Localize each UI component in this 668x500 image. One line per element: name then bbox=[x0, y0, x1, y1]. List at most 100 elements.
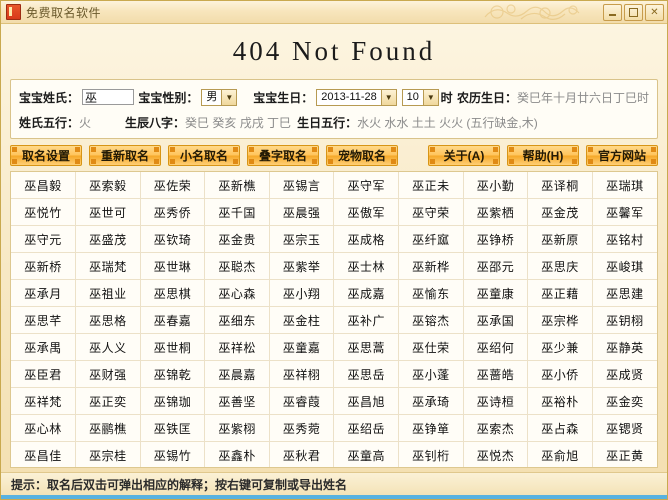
name-cell[interactable]: 巫索杰 bbox=[463, 414, 529, 442]
name-cell[interactable]: 巫聪杰 bbox=[204, 252, 270, 280]
name-cell[interactable]: 巫小蓬 bbox=[398, 360, 464, 388]
name-cell[interactable]: 巫占森 bbox=[527, 414, 593, 442]
name-cell[interactable]: 巫宗玉 bbox=[269, 225, 335, 253]
name-cell[interactable]: 巫成贤 bbox=[592, 360, 657, 388]
gender-select[interactable]: 男 ▼ bbox=[201, 88, 238, 106]
name-cell[interactable]: 巫铭村 bbox=[592, 225, 657, 253]
name-cell[interactable]: 巫思棋 bbox=[140, 279, 206, 307]
name-cell[interactable]: 巫祥松 bbox=[204, 333, 270, 361]
button-reduplicated-name[interactable]: 叠字取名 bbox=[247, 145, 319, 166]
name-cell[interactable]: 巫祥梵 bbox=[11, 387, 77, 415]
surname-input[interactable] bbox=[82, 89, 135, 105]
name-cell[interactable]: 巫善坚 bbox=[204, 387, 270, 415]
name-cell[interactable]: 巫俞旭 bbox=[527, 441, 593, 467]
name-cell[interactable]: 巫瑞琪 bbox=[592, 172, 657, 199]
name-cell[interactable]: 巫诗桓 bbox=[463, 387, 529, 415]
name-cell[interactable]: 巫承国 bbox=[463, 306, 529, 334]
name-cell[interactable]: 巫钦琦 bbox=[140, 225, 206, 253]
name-cell[interactable]: 巫镕杰 bbox=[398, 306, 464, 334]
name-cell[interactable]: 巫士林 bbox=[333, 252, 400, 280]
name-cell[interactable]: 巫仕荣 bbox=[398, 333, 464, 361]
name-cell[interactable]: 巫人义 bbox=[75, 333, 141, 361]
name-cell[interactable]: 巫金奕 bbox=[592, 387, 657, 415]
name-cell[interactable]: 巫愉东 bbox=[398, 279, 464, 307]
name-cell[interactable]: 巫思芊 bbox=[11, 306, 77, 334]
name-cell[interactable]: 巫昌佳 bbox=[11, 441, 77, 467]
name-cell[interactable]: 巫铮桥 bbox=[463, 225, 529, 253]
name-cell[interactable]: 巫紫栩 bbox=[204, 414, 270, 442]
name-cell[interactable]: 巫世琳 bbox=[140, 252, 206, 280]
name-cell[interactable]: 巫新桥 bbox=[11, 252, 77, 280]
name-cell[interactable]: 巫思岳 bbox=[333, 360, 400, 388]
name-cell[interactable]: 巫盛茂 bbox=[75, 225, 141, 253]
name-cell[interactable]: 巫小翔 bbox=[269, 279, 335, 307]
name-cell[interactable]: 巫新桦 bbox=[398, 252, 464, 280]
name-cell[interactable]: 巫金贵 bbox=[204, 225, 270, 253]
names-grid-container[interactable]: 巫昌毅 巫索毅 巫佐荣 巫新樵 巫锡言 巫守军 巫正未 巫小勤 巫译桐 巫瑞琪 巫悦竹 巫世可 巫秀侨巫… bbox=[10, 171, 658, 468]
button-rename[interactable]: 重新取名 bbox=[89, 145, 161, 166]
name-cell[interactable]: 巫蔷皓 bbox=[463, 360, 529, 388]
name-cell[interactable]: 巫守元 bbox=[11, 225, 77, 253]
name-cell[interactable]: 巫祥栩 bbox=[269, 360, 335, 388]
name-cell[interactable]: 巫晨嘉 bbox=[204, 360, 270, 388]
name-cell[interactable]: 巫金柱 bbox=[269, 306, 335, 334]
name-cell[interactable]: 巫童高 bbox=[333, 441, 400, 467]
name-cell[interactable]: 巫正未 bbox=[398, 172, 464, 199]
name-cell[interactable]: 巫锶贤 bbox=[592, 414, 657, 442]
name-cell[interactable]: 巫世桐 bbox=[140, 333, 206, 361]
name-cell[interactable]: 巫紫栖 bbox=[463, 198, 529, 226]
name-cell[interactable]: 巫钊桁 bbox=[398, 441, 464, 467]
name-cell[interactable]: 巫正藉 bbox=[527, 279, 593, 307]
name-cell[interactable]: 巫春嘉 bbox=[140, 306, 206, 334]
name-cell[interactable]: 巫绍岳 bbox=[333, 414, 400, 442]
name-cell[interactable]: 巫成格 bbox=[333, 225, 400, 253]
name-cell[interactable]: 巫译桐 bbox=[527, 172, 593, 199]
name-cell[interactable]: 巫宗桂 bbox=[75, 441, 141, 467]
name-cell[interactable]: 巫傲军 bbox=[333, 198, 400, 226]
name-cell[interactable]: 巫绍何 bbox=[463, 333, 529, 361]
name-cell[interactable]: 巫财强 bbox=[75, 360, 141, 388]
name-cell[interactable]: 巫锡言 bbox=[269, 172, 335, 199]
name-cell[interactable]: 巫紫举 bbox=[269, 252, 335, 280]
name-cell[interactable]: 巫裕朴 bbox=[527, 387, 593, 415]
name-cell[interactable]: 巫锡竹 bbox=[140, 441, 206, 467]
name-cell[interactable]: 巫锦乾 bbox=[140, 360, 206, 388]
name-cell[interactable]: 巫鑫朴 bbox=[204, 441, 270, 467]
name-cell[interactable]: 巫思蒿 bbox=[333, 333, 400, 361]
name-cell[interactable]: 巫铁匡 bbox=[140, 414, 206, 442]
name-cell[interactable]: 巫守荣 bbox=[398, 198, 464, 226]
name-cell[interactable]: 巫晨强 bbox=[269, 198, 335, 226]
name-cell[interactable]: 巫新原 bbox=[527, 225, 593, 253]
name-cell[interactable]: 巫正奕 bbox=[75, 387, 141, 415]
birthhour-select[interactable]: 10 ▼ bbox=[401, 88, 439, 106]
name-cell[interactable]: 巫祖业 bbox=[75, 279, 141, 307]
name-cell[interactable]: 巫金茂 bbox=[527, 198, 593, 226]
name-cell[interactable]: 巫细东 bbox=[204, 306, 270, 334]
button-nickname[interactable]: 小名取名 bbox=[168, 145, 240, 166]
name-cell[interactable]: 巫秀侨 bbox=[140, 198, 206, 226]
close-button[interactable]: ✕ bbox=[645, 4, 664, 21]
name-cell[interactable]: 巫悦杰 bbox=[463, 441, 529, 467]
name-cell[interactable]: 巫世可 bbox=[75, 198, 141, 226]
name-cell[interactable]: 巫锦珈 bbox=[140, 387, 206, 415]
birthdate-select[interactable]: 2013-11-28 ▼ bbox=[316, 88, 397, 106]
button-official-website[interactable]: 官方网站 bbox=[586, 145, 658, 166]
name-cell[interactable]: 巫成嘉 bbox=[333, 279, 400, 307]
name-cell[interactable]: 巫新樵 bbox=[204, 172, 270, 199]
name-cell[interactable]: 巫思格 bbox=[75, 306, 141, 334]
name-cell[interactable]: 巫心森 bbox=[204, 279, 270, 307]
name-cell[interactable]: 巫少兼 bbox=[527, 333, 593, 361]
name-cell[interactable]: 巫正黄 bbox=[592, 441, 657, 467]
name-cell[interactable]: 巫钥栩 bbox=[592, 306, 657, 334]
name-cell[interactable]: 巫补广 bbox=[333, 306, 400, 334]
name-cell[interactable]: 巫静英 bbox=[592, 333, 657, 361]
name-cell[interactable]: 巫心林 bbox=[11, 414, 77, 442]
name-cell[interactable]: 巫秋君 bbox=[269, 441, 335, 467]
name-cell[interactable]: 巫秀菀 bbox=[269, 414, 335, 442]
button-about[interactable]: 关于(A) bbox=[428, 145, 500, 166]
maximize-button[interactable] bbox=[624, 4, 643, 21]
name-cell[interactable]: 巫瑞梵 bbox=[75, 252, 141, 280]
name-cell[interactable]: 巫思建 bbox=[592, 279, 657, 307]
name-cell[interactable]: 巫索毅 bbox=[75, 172, 141, 199]
name-cell[interactable]: 巫童嘉 bbox=[269, 333, 335, 361]
